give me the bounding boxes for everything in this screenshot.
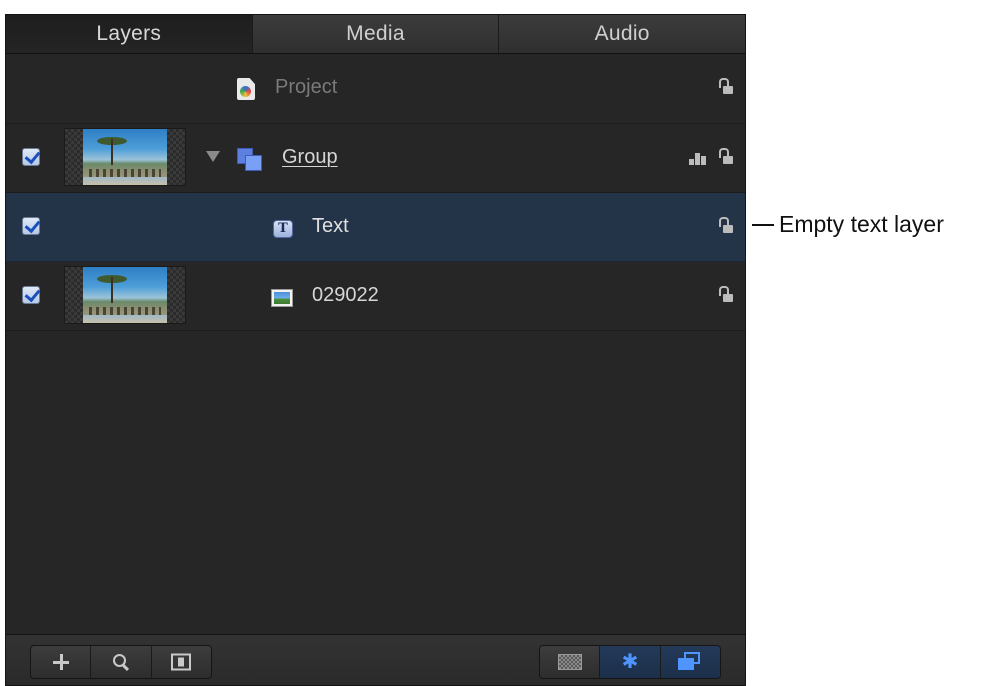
callout-label: Empty text layer xyxy=(779,211,944,237)
text-visibility-checkbox[interactable] xyxy=(22,217,40,235)
tab-layers[interactable]: Layers xyxy=(6,15,253,53)
layers-icon xyxy=(678,652,702,672)
layer-row-text[interactable]: T Text xyxy=(6,193,745,262)
mask-icon[interactable] xyxy=(689,153,707,165)
lock-icon[interactable] xyxy=(719,217,733,235)
tab-media[interactable]: Media xyxy=(253,15,500,53)
plus-icon xyxy=(52,654,69,670)
view-options-group: ✱ xyxy=(539,645,721,679)
layer-name-project: Project xyxy=(275,76,338,98)
image-layer-icon xyxy=(271,289,293,307)
lock-icon[interactable] xyxy=(719,286,733,304)
layer-name-image: 029022 xyxy=(312,284,379,306)
project-icon xyxy=(237,78,255,100)
show-behaviors-button[interactable]: ✱ xyxy=(600,646,661,678)
layer-name-text: Text xyxy=(312,215,349,237)
layer-row-project[interactable]: Project xyxy=(6,54,745,124)
show-layers-button[interactable] xyxy=(660,646,720,678)
disclosure-triangle-icon[interactable] xyxy=(206,151,220,162)
callout-line xyxy=(752,224,774,226)
text-layer-icon: T xyxy=(273,220,293,238)
group-visibility-checkbox[interactable] xyxy=(22,148,40,166)
image-visibility-checkbox[interactable] xyxy=(22,286,40,304)
show-masks-button[interactable] xyxy=(540,646,601,678)
layer-row-image[interactable]: 029022 xyxy=(6,262,745,331)
search-button[interactable] xyxy=(91,646,152,678)
add-layer-button[interactable] xyxy=(31,646,92,678)
image-thumbnail xyxy=(64,266,186,324)
lock-icon[interactable] xyxy=(719,78,733,96)
isolate-button[interactable] xyxy=(152,646,211,678)
isolate-icon xyxy=(171,653,192,671)
layers-panel: Layers Media Audio Project Group T Text xyxy=(5,14,746,686)
gear-icon: ✱ xyxy=(621,651,639,673)
search-icon xyxy=(112,653,130,671)
layer-name-group: Group xyxy=(282,146,338,168)
checker-icon xyxy=(557,654,582,670)
tab-bar: Layers Media Audio xyxy=(6,15,745,54)
layer-actions-group xyxy=(30,645,212,679)
group-thumbnail xyxy=(64,128,186,186)
lock-icon[interactable] xyxy=(719,148,733,166)
tab-audio[interactable]: Audio xyxy=(499,15,745,53)
layer-row-group[interactable]: Group xyxy=(6,124,745,193)
group-icon xyxy=(237,148,263,171)
bottom-toolbar: ✱ xyxy=(6,634,745,685)
